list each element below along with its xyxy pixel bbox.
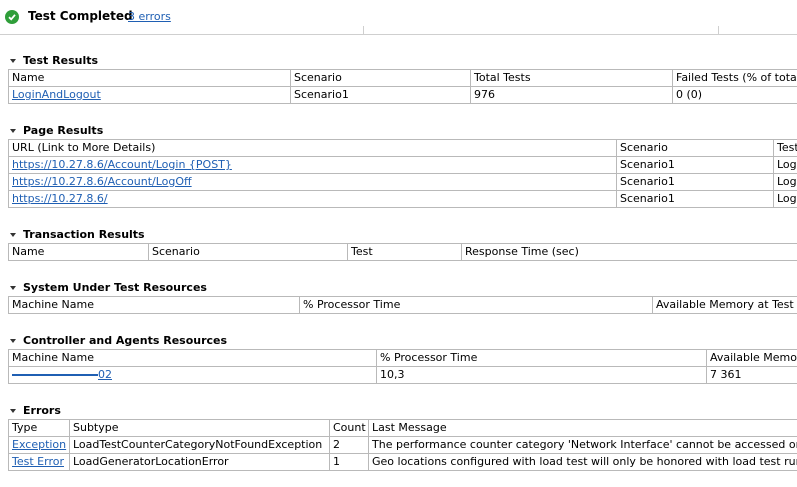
column-header[interactable]: Scenario — [616, 139, 774, 157]
sut-resources-table: Machine Name % Processor Time Available … — [8, 296, 797, 314]
section-title-errors[interactable]: Errors — [10, 404, 61, 417]
table-row: https://10.27.8.6/ Scenario1 Login — [8, 190, 797, 208]
column-header[interactable]: Test — [347, 243, 462, 261]
table-cell: Login — [773, 190, 797, 208]
table-cell: Geo locations configured with load test … — [368, 453, 797, 471]
table-cell: 0 (0) — [672, 86, 797, 104]
header-divider — [718, 26, 719, 34]
table-cell: 1 — [329, 453, 369, 471]
section-title-transaction-results[interactable]: Transaction Results — [10, 228, 145, 241]
column-header[interactable]: Available Memory — [706, 349, 797, 367]
machine-name-link[interactable]: 02 — [12, 368, 112, 381]
table-cell: Scenario1 — [616, 190, 774, 208]
column-header[interactable]: Response Time (sec) — [461, 243, 797, 261]
column-header[interactable]: Scenario — [148, 243, 348, 261]
section-title-test-results[interactable]: Test Results — [10, 54, 98, 67]
column-header[interactable]: Machine Name — [8, 296, 300, 314]
table-cell: Login — [773, 156, 797, 174]
table-cell: The performance counter category 'Networ… — [368, 436, 797, 454]
table-row: https://10.27.8.6/Account/Login {POST} S… — [8, 156, 797, 174]
column-header[interactable]: % Processor Time — [299, 296, 653, 314]
table-row: LoginAndLogout Scenario1 976 0 (0) — [8, 86, 797, 104]
table-cell: 976 — [470, 86, 673, 104]
error-type-link[interactable]: Exception — [12, 438, 66, 451]
table-row: Test Error LoadGeneratorLocationError 1 … — [8, 453, 797, 471]
column-header[interactable]: Failed Tests (% of total) — [672, 69, 797, 87]
header-divider — [363, 26, 364, 34]
url-link[interactable]: https://10.27.8.6/Account/LogOff — [12, 175, 192, 188]
table-cell: 7 361 — [706, 366, 797, 384]
column-header[interactable]: Subtype — [69, 419, 330, 437]
column-header[interactable]: Scenario — [290, 69, 471, 87]
test-name-link[interactable]: LoginAndLogout — [12, 88, 101, 101]
column-header[interactable]: URL (Link to More Details) — [8, 139, 617, 157]
column-header[interactable]: Last Message — [368, 419, 797, 437]
table-row: https://10.27.8.6/Account/LogOff Scenari… — [8, 173, 797, 191]
column-header[interactable]: Type — [8, 419, 70, 437]
table-cell: Scenario1 — [616, 156, 774, 174]
redacted-text — [12, 374, 98, 376]
section-title-page-results[interactable]: Page Results — [10, 124, 103, 137]
section-title-controller-resources[interactable]: Controller and Agents Resources — [10, 334, 227, 347]
column-header[interactable]: Test — [773, 139, 797, 157]
table-row: 02 10,3 7 361 — [8, 366, 797, 384]
url-link[interactable]: https://10.27.8.6/Account/Login {POST} — [12, 158, 232, 171]
error-type-link[interactable]: Test Error — [12, 455, 64, 468]
table-cell: Login — [773, 173, 797, 191]
transaction-results-table: Name Scenario Test Response Time (sec) — [8, 243, 797, 261]
column-header[interactable]: Name — [8, 243, 149, 261]
table-cell: LoadTestCounterCategoryNotFoundException — [69, 436, 330, 454]
check-circle-icon — [5, 10, 19, 24]
column-header[interactable]: % Processor Time — [376, 349, 707, 367]
column-header[interactable]: Available Memory at Test Com — [652, 296, 797, 314]
table-cell: LoadGeneratorLocationError — [69, 453, 330, 471]
page-results-table: URL (Link to More Details) Scenario Test… — [8, 139, 797, 208]
controller-resources-table: Machine Name % Processor Time Available … — [8, 349, 797, 384]
column-header[interactable]: Count — [329, 419, 369, 437]
summary-header: Test Completed 3 errors — [0, 0, 797, 34]
test-results-table: Name Scenario Total Tests Failed Tests (… — [8, 69, 797, 104]
column-header[interactable]: Name — [8, 69, 291, 87]
section-title-sut-resources[interactable]: System Under Test Resources — [10, 281, 207, 294]
table-cell: 2 — [329, 436, 369, 454]
column-header[interactable]: Total Tests — [470, 69, 673, 87]
errors-table: Type Subtype Count Last Message Exceptio… — [8, 419, 797, 471]
errors-link[interactable]: 3 errors — [128, 10, 171, 23]
table-cell: 10,3 — [376, 366, 707, 384]
header-separator — [0, 34, 797, 35]
url-link[interactable]: https://10.27.8.6/ — [12, 192, 108, 205]
table-cell: Scenario1 — [616, 173, 774, 191]
table-cell: Scenario1 — [290, 86, 471, 104]
table-row: Exception LoadTestCounterCategoryNotFoun… — [8, 436, 797, 454]
status-title: Test Completed — [28, 9, 133, 23]
column-header[interactable]: Machine Name — [8, 349, 377, 367]
